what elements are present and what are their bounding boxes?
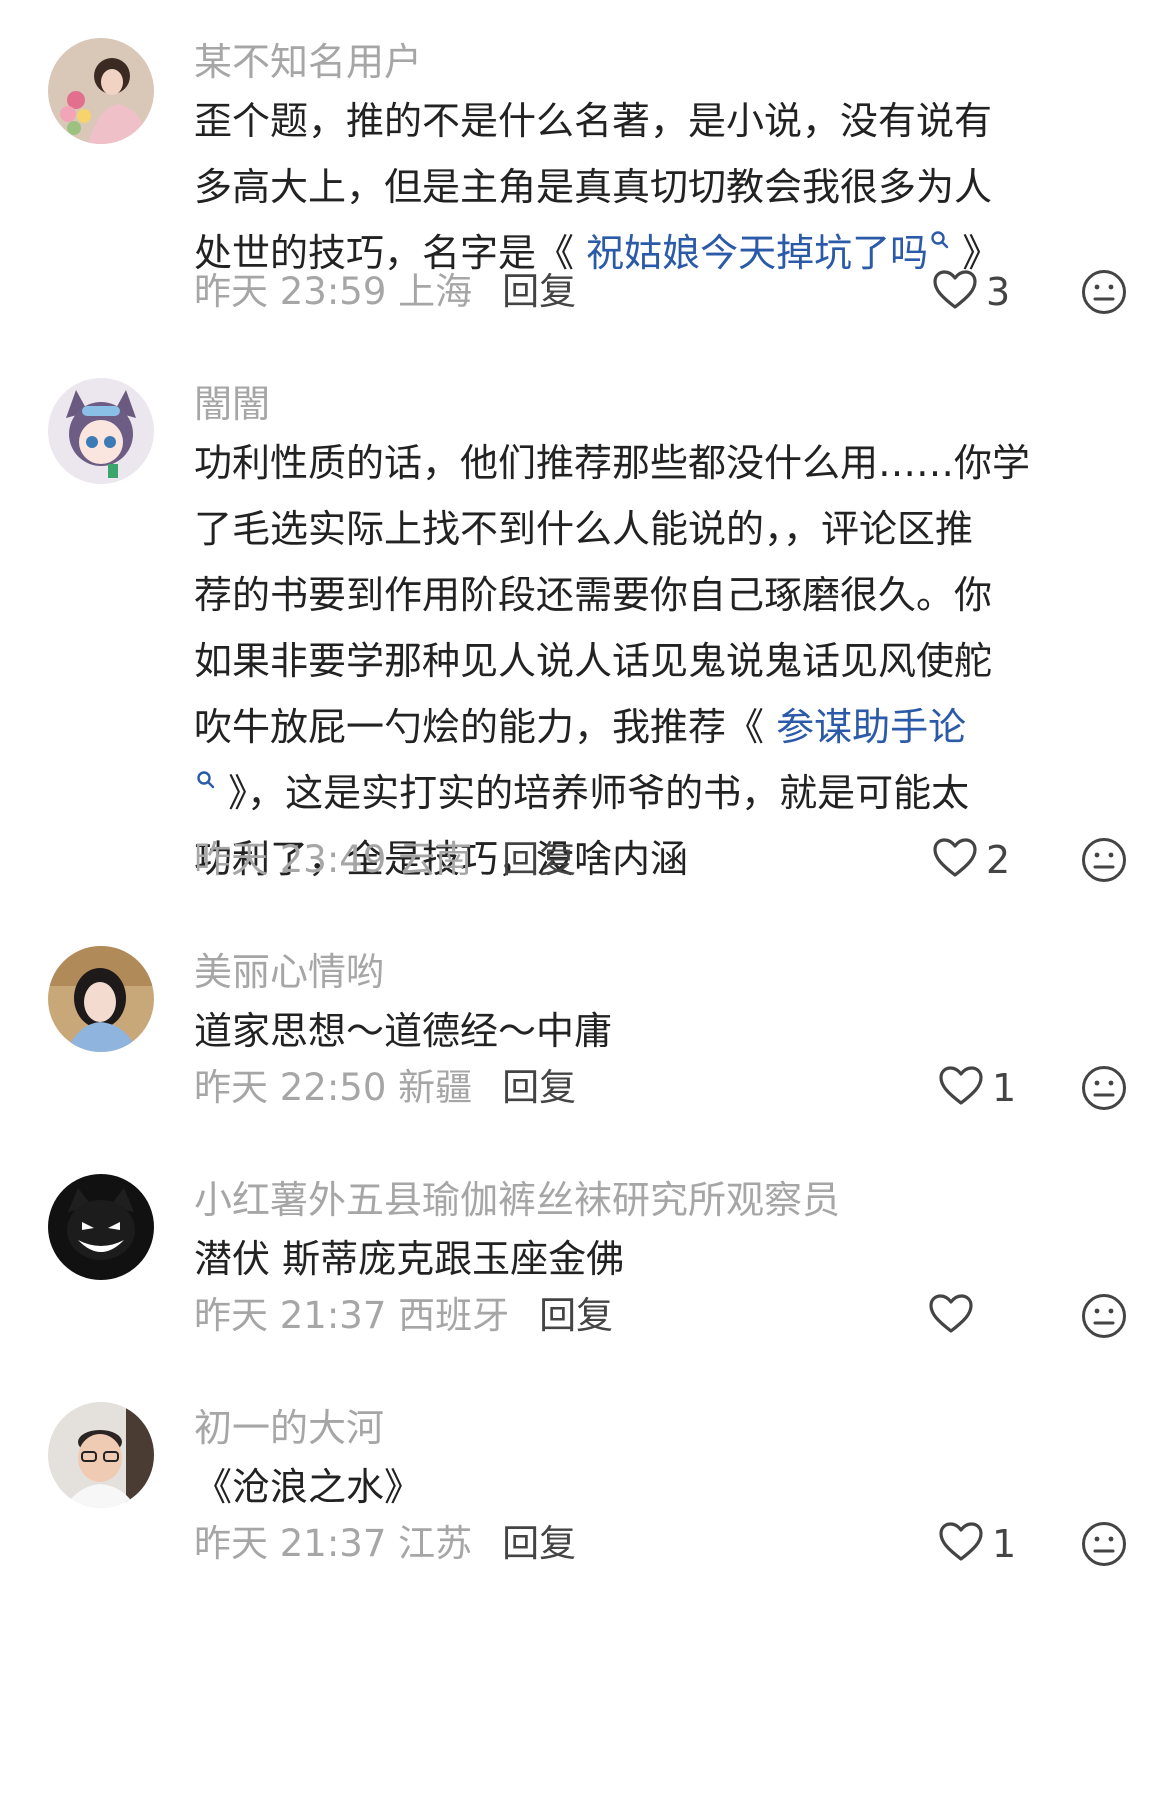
reply-button[interactable]: 回复 xyxy=(539,1294,613,1337)
comment-meta: 昨天 23:49 云南 回复 xyxy=(194,838,576,882)
comment-line-text: 了毛选实际上找不到什么人能说的，，评论区推 xyxy=(194,507,974,551)
like-button[interactable]: 3 xyxy=(932,270,1010,314)
comment-line: 道家思想～道德经～中庸 xyxy=(194,998,1124,1064)
comment-line: 歪个题，推的不是什么名著，是小说，没有说有 xyxy=(194,88,1124,154)
comment-line: 荐的书要到作用阶段还需要你自己琢磨很久。你 xyxy=(194,562,1124,628)
comment-location: 江苏 xyxy=(398,1522,473,1565)
comment-time: 昨天 23:49 xyxy=(194,838,387,881)
comment-meta: 昨天 23:59 上海 回复 xyxy=(194,270,576,314)
book-search-link[interactable]: 祝姑娘今天掉坑了吗 xyxy=(586,231,928,275)
like-button[interactable]: 1 xyxy=(938,1066,1016,1110)
comment-line-text: 《沧浪之水》 xyxy=(194,1465,423,1509)
comment-line-text: 如果非要学那种见人说人话见鬼说鬼话见风使舵 xyxy=(194,639,993,683)
comment-line: 功利性质的话，他们推荐那些都没什么用……你学 xyxy=(194,430,1124,496)
dislike-button[interactable] xyxy=(1080,1520,1128,1568)
username[interactable]: 美丽心情哟 xyxy=(194,950,384,994)
comment-line-text: 歪个题，推的不是什么名著，是小说，没有说有 xyxy=(194,99,993,143)
like-button[interactable] xyxy=(928,1294,974,1338)
comment-text: 《沧浪之水》 xyxy=(194,1454,1124,1520)
reply-button[interactable]: 回复 xyxy=(502,1522,576,1565)
reply-button[interactable]: 回复 xyxy=(502,838,576,881)
heart-outline-icon xyxy=(938,1521,984,1567)
like-button[interactable]: 1 xyxy=(938,1522,1016,1566)
neutral-face-icon xyxy=(1080,268,1128,316)
avatar[interactable] xyxy=(48,378,154,484)
dislike-button[interactable] xyxy=(1080,268,1128,316)
comment-line-text: 处世的技巧，名字是《 xyxy=(194,231,587,275)
like-count: 2 xyxy=(986,838,1011,882)
comment-text: 道家思想～道德经～中庸 xyxy=(194,998,1124,1064)
comment-text: 潜伏 斯蒂庞克跟玉座金佛 xyxy=(194,1226,1124,1292)
comment-location: 上海 xyxy=(398,270,473,313)
like-button[interactable]: 2 xyxy=(932,838,1010,882)
comment-line: 多高大上，但是主角是真真切切教会我很多为人 xyxy=(194,154,1124,220)
comment-line: 如果非要学那种见人说人话见鬼说鬼话见风使舵 xyxy=(194,628,1124,694)
comment-text: 功利性质的话，他们推荐那些都没什么用……你学 了毛选实际上找不到什么人能说的，，评… xyxy=(194,430,1124,892)
neutral-face-icon xyxy=(1080,1292,1128,1340)
avatar[interactable] xyxy=(48,1174,154,1280)
comment-line-text: 》，这是实打实的培养师爷的书，就是可能太 xyxy=(216,771,970,815)
comment-line-text: 荐的书要到作用阶段还需要你自己琢磨很久。你 xyxy=(194,573,993,617)
neutral-face-icon xyxy=(1080,1520,1128,1568)
comment-time: 昨天 22:50 xyxy=(194,1066,387,1109)
comment-line: 《沧浪之水》 xyxy=(194,1454,1124,1520)
comment-location: 西班牙 xyxy=(398,1294,510,1337)
comment-meta: 昨天 21:37 西班牙 回复 xyxy=(194,1294,613,1338)
like-count: 1 xyxy=(992,1066,1017,1110)
comment-line-text: 潜伏 斯蒂庞克跟玉座金佛 xyxy=(194,1237,625,1281)
comment-time: 昨天 21:37 xyxy=(194,1294,387,1337)
comment-line-text: 道家思想～道德经～中庸 xyxy=(194,1009,613,1053)
comment-line: 潜伏 斯蒂庞克跟玉座金佛 xyxy=(194,1226,1124,1292)
username[interactable]: 闇闇 xyxy=(194,382,270,426)
username[interactable]: 初一的大河 xyxy=(194,1406,384,1450)
comment-line: 》，这是实打实的培养师爷的书，就是可能太 xyxy=(194,760,1124,826)
dislike-button[interactable] xyxy=(1080,1064,1128,1112)
comment-meta: 昨天 21:37 江苏 回复 xyxy=(194,1522,576,1566)
heart-outline-icon xyxy=(932,269,978,315)
heart-outline-icon xyxy=(928,1293,974,1339)
neutral-face-icon xyxy=(1080,836,1128,884)
reply-button[interactable]: 回复 xyxy=(502,1066,576,1109)
comment-line-text: 功利性质的话，他们推荐那些都没什么用……你学 xyxy=(194,441,1031,485)
reply-button[interactable]: 回复 xyxy=(502,270,576,313)
comment-line: 了毛选实际上找不到什么人能说的，，评论区推 xyxy=(194,496,1124,562)
comment-location: 云南 xyxy=(398,838,473,881)
heart-outline-icon xyxy=(938,1065,984,1111)
search-icon xyxy=(197,771,215,789)
comment-text: 歪个题，推的不是什么名著，是小说，没有说有 多高大上，但是主角是真真切切教会我很多… xyxy=(194,88,1124,286)
comment-line: 吹牛放屁一勺烩的能力，我推荐《 参谋助手论 xyxy=(194,694,1124,760)
book-search-link[interactable]: 参谋助手论 xyxy=(776,705,966,749)
like-count: 3 xyxy=(986,270,1011,314)
like-count: 1 xyxy=(992,1522,1017,1566)
comment-line-text: 多高大上，但是主角是真真切切教会我很多为人 xyxy=(194,165,993,209)
comment-meta: 昨天 22:50 新疆 回复 xyxy=(194,1066,576,1110)
comment-time: 昨天 23:59 xyxy=(194,270,387,313)
dislike-button[interactable] xyxy=(1080,1292,1128,1340)
comment-line-text: 吹牛放屁一勺烩的能力，我推荐《 xyxy=(194,705,777,749)
avatar[interactable] xyxy=(48,946,154,1052)
dislike-button[interactable] xyxy=(1080,836,1128,884)
comment-time: 昨天 21:37 xyxy=(194,1522,387,1565)
comment-location: 新疆 xyxy=(398,1066,473,1109)
avatar[interactable] xyxy=(48,38,154,144)
neutral-face-icon xyxy=(1080,1064,1128,1112)
username[interactable]: 小红薯外五县瑜伽裤丝袜研究所观察员 xyxy=(194,1178,840,1222)
avatar[interactable] xyxy=(48,1402,154,1508)
heart-outline-icon xyxy=(932,837,978,883)
search-icon xyxy=(931,231,949,249)
username[interactable]: 某不知名用户 xyxy=(194,40,422,84)
